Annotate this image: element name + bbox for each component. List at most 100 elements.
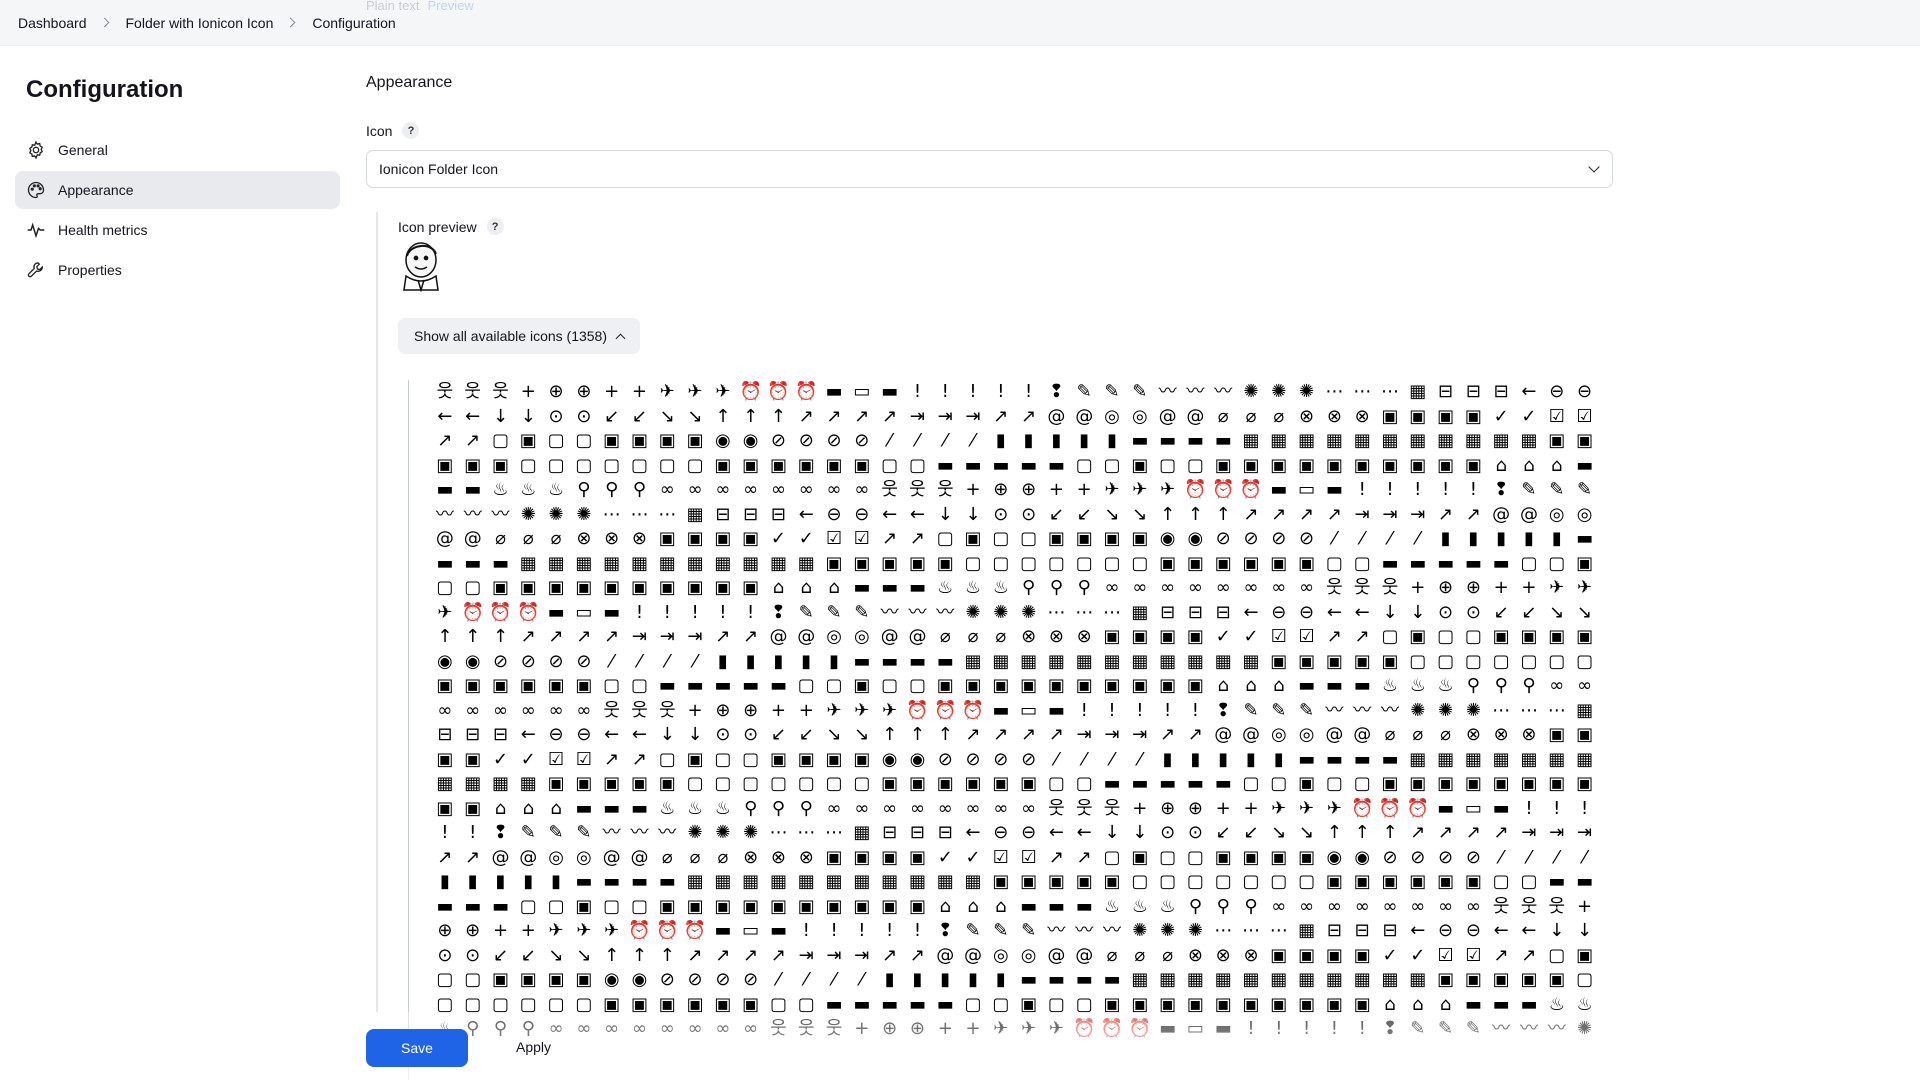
icon-option[interactable]: ▣ bbox=[1043, 527, 1071, 552]
icon-option[interactable]: ▢ bbox=[1487, 870, 1515, 895]
icon-option[interactable]: ▢ bbox=[1404, 650, 1432, 675]
icon-option[interactable]: ▮ bbox=[1459, 527, 1487, 552]
icon-option[interactable]: ▣ bbox=[820, 748, 848, 773]
icon-option[interactable]: ▣ bbox=[1321, 454, 1349, 479]
icon-option[interactable]: ⇥ bbox=[681, 625, 709, 650]
icon-option[interactable]: ∞ bbox=[1182, 576, 1210, 601]
icon-option[interactable]: ✓ bbox=[514, 748, 542, 773]
icon-option[interactable]: ⊙ bbox=[709, 723, 737, 748]
icon-option[interactable]: @ bbox=[765, 625, 793, 650]
icon-option[interactable]: ⊕ bbox=[737, 699, 765, 724]
icon-option[interactable]: ▣ bbox=[1126, 527, 1154, 552]
icon-option[interactable]: ⊕ bbox=[1154, 797, 1182, 822]
icon-option[interactable]: ⊕ bbox=[987, 478, 1015, 503]
icon-option[interactable]: ▣ bbox=[459, 748, 487, 773]
icon-option[interactable]: ☑ bbox=[820, 527, 848, 552]
icon-option[interactable]: ∞ bbox=[792, 478, 820, 503]
icon-option[interactable]: ▣ bbox=[709, 576, 737, 601]
icon-option[interactable]: ↑ bbox=[598, 944, 626, 969]
icon-option[interactable]: ↗ bbox=[1432, 503, 1460, 528]
icon-option[interactable]: ⏰ bbox=[959, 699, 987, 724]
icon-option[interactable]: ▢ bbox=[1043, 772, 1071, 797]
icon-option[interactable]: ▣ bbox=[570, 772, 598, 797]
help-icon[interactable]: ? bbox=[402, 122, 420, 139]
icon-option[interactable]: ▢ bbox=[987, 552, 1015, 577]
icon-option[interactable]: ▢ bbox=[876, 674, 904, 699]
icon-option[interactable]: ⚲ bbox=[598, 478, 626, 503]
icon-option[interactable]: ▣ bbox=[876, 772, 904, 797]
icon-option[interactable]: ∞ bbox=[820, 478, 848, 503]
icon-option[interactable]: ✎ bbox=[1098, 380, 1126, 405]
icon-option[interactable]: ▣ bbox=[987, 674, 1015, 699]
icon-option[interactable]: ∞ bbox=[820, 797, 848, 822]
icon-option[interactable]: ▢ bbox=[1432, 625, 1460, 650]
icon-option[interactable]: ▦ bbox=[792, 870, 820, 895]
icon-option[interactable]: ∞ bbox=[653, 478, 681, 503]
icon-option[interactable]: ⊘ bbox=[737, 968, 765, 993]
icon-option[interactable]: ▬ bbox=[1182, 772, 1210, 797]
icon-option[interactable]: ↗ bbox=[959, 723, 987, 748]
icon-option[interactable]: ! bbox=[626, 601, 654, 626]
icon-option[interactable]: ↗ bbox=[876, 405, 904, 430]
icon-option[interactable]: ▮ bbox=[1432, 527, 1460, 552]
icon-option[interactable]: ⌀ bbox=[514, 527, 542, 552]
icon-option[interactable]: ⇥ bbox=[653, 625, 681, 650]
icon-option[interactable]: ↑ bbox=[709, 405, 737, 430]
icon-option[interactable]: ⁄ bbox=[848, 968, 876, 993]
icon-option[interactable]: ▣ bbox=[1154, 674, 1182, 699]
icon-option[interactable]: ⏰ bbox=[653, 919, 681, 944]
icon-option[interactable]: ⚲ bbox=[765, 797, 793, 822]
icon-option[interactable]: ! bbox=[1543, 797, 1571, 822]
icon-option[interactable]: ⊘ bbox=[1265, 527, 1293, 552]
icon-option[interactable]: ⌂ bbox=[959, 895, 987, 920]
icon-option[interactable]: @ bbox=[1515, 503, 1543, 528]
icon-option[interactable]: ↗ bbox=[1459, 503, 1487, 528]
icon-option[interactable]: ▮ bbox=[1043, 429, 1071, 454]
icon-option[interactable]: ↙ bbox=[765, 723, 793, 748]
icon-option[interactable]: ▣ bbox=[514, 674, 542, 699]
icon-option[interactable]: ✺ bbox=[959, 601, 987, 626]
icon-option[interactable]: ▣ bbox=[1348, 650, 1376, 675]
icon-option[interactable]: ▦ bbox=[1459, 748, 1487, 773]
icon-option[interactable]: ▬ bbox=[459, 895, 487, 920]
icon-option[interactable]: ▢ bbox=[1070, 552, 1098, 577]
icon-option[interactable]: ⊖ bbox=[1015, 821, 1043, 846]
icon-option[interactable]: ▣ bbox=[598, 429, 626, 454]
icon-option[interactable]: ∞ bbox=[431, 699, 459, 724]
icon-option[interactable]: ▣ bbox=[514, 968, 542, 993]
icon-option[interactable]: ▬ bbox=[570, 797, 598, 822]
icon-option[interactable]: ⊖ bbox=[570, 723, 598, 748]
icon-option[interactable]: ▢ bbox=[626, 895, 654, 920]
icon-option[interactable]: ▣ bbox=[987, 772, 1015, 797]
icon-option[interactable]: ▢ bbox=[1321, 772, 1349, 797]
icon-option[interactable]: ▢ bbox=[1321, 552, 1349, 577]
icon-option[interactable]: ♨ bbox=[487, 478, 515, 503]
icon-option[interactable]: @ bbox=[1209, 723, 1237, 748]
icon-option[interactable]: ⇥ bbox=[792, 944, 820, 969]
icon-option[interactable]: ▦ bbox=[1376, 429, 1404, 454]
icon-option[interactable]: ↗ bbox=[987, 723, 1015, 748]
icon-option[interactable]: ▮ bbox=[431, 870, 459, 895]
icon-option[interactable]: ✎ bbox=[1126, 380, 1154, 405]
icon-option[interactable]: ▢ bbox=[1571, 968, 1594, 993]
icon-option[interactable]: ∞ bbox=[1293, 576, 1321, 601]
icon-option[interactable]: ▮ bbox=[904, 968, 932, 993]
icon-option[interactable]: ⋯ bbox=[1376, 380, 1404, 405]
icon-option[interactable]: ▦ bbox=[904, 870, 932, 895]
icon-option[interactable]: ◎ bbox=[848, 625, 876, 650]
icon-option[interactable]: ▢ bbox=[1459, 650, 1487, 675]
icon-option[interactable]: 〰 bbox=[1321, 699, 1349, 724]
icon-option[interactable]: ⊕ bbox=[1182, 797, 1210, 822]
icon-option[interactable]: ⊟ bbox=[459, 723, 487, 748]
icon-option[interactable]: ▣ bbox=[1543, 968, 1571, 993]
icon-option[interactable]: ▢ bbox=[459, 968, 487, 993]
icon-option[interactable]: ▢ bbox=[1070, 454, 1098, 479]
icon-option[interactable]: ▬ bbox=[931, 454, 959, 479]
icon-option[interactable]: ⋯ bbox=[1265, 919, 1293, 944]
icon-option[interactable]: ▢ bbox=[542, 454, 570, 479]
icon-option[interactable]: ∞ bbox=[1265, 576, 1293, 601]
icon-option[interactable]: ⋯ bbox=[1237, 919, 1265, 944]
icon-option[interactable]: ↗ bbox=[1265, 503, 1293, 528]
icon-option[interactable]: ⊗ bbox=[1515, 723, 1543, 748]
icon-option[interactable]: ▣ bbox=[1070, 527, 1098, 552]
